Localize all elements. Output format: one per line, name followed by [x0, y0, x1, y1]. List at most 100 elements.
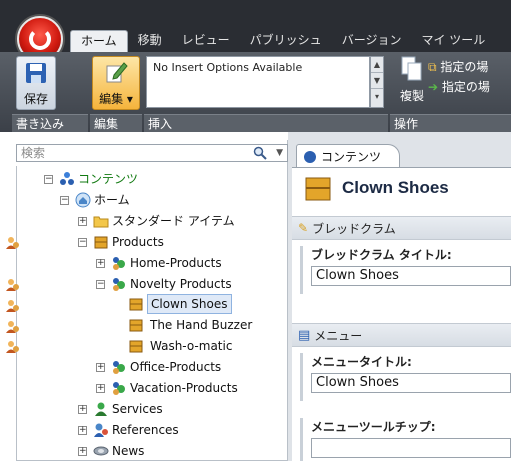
save-button[interactable]: 保存: [16, 56, 56, 110]
expand-icon[interactable]: +: [96, 258, 105, 268]
menu-title-input[interactable]: Clown Shoes: [311, 373, 511, 393]
insert-gallery-scroll[interactable]: ▲ ▼ ▾: [370, 56, 384, 108]
group-insert-label: 挿入: [144, 114, 388, 132]
expand-icon[interactable]: +: [78, 446, 87, 456]
tree-node-services[interactable]: + Services: [78, 400, 163, 418]
tree-label: スタンダード アイテム: [112, 214, 235, 228]
group-edit-label: 編集: [90, 114, 142, 132]
expand-icon[interactable]: +: [78, 216, 87, 226]
breadcrumb-title-input[interactable]: Clown Shoes: [311, 266, 511, 286]
expand-icon[interactable]: +: [78, 404, 87, 414]
user-lock-icon: [6, 341, 19, 353]
tree-label: News: [112, 444, 145, 458]
tree-node-news[interactable]: + News: [78, 442, 144, 460]
tree-node-novelty-products[interactable]: − Novelty Products: [96, 275, 232, 293]
tree-label: References: [112, 423, 179, 437]
tree-label: Novelty Products: [130, 277, 232, 291]
save-label: 保存: [23, 92, 48, 106]
product-icon: [129, 340, 143, 353]
tree-label: The Hand Buzzer: [150, 318, 253, 332]
edit-label: 編集 ▾: [99, 92, 133, 106]
content-tab-icon: [304, 150, 316, 163]
item-group-icon: [113, 361, 125, 374]
tree-node-vacation-products[interactable]: + Vacation-Products: [96, 379, 238, 397]
copy-to-icon: ⧉: [428, 60, 437, 74]
search-options-dropdown[interactable]: ▼: [276, 145, 283, 161]
gallery-expand-icon[interactable]: ▾: [371, 89, 383, 105]
operation-buttons: 複製 ⧉ 指定の場 ➔ 指定の場: [392, 56, 511, 108]
insert-options-gallery: No Insert Options Available: [146, 56, 370, 108]
ribbon: ホーム 移動 レビュー パブリッシュ バージョン マイ ツール 書き込み 保存 …: [0, 0, 511, 132]
search-icon[interactable]: [253, 146, 267, 160]
edit-button[interactable]: 編集 ▾: [92, 56, 140, 110]
edit-pencil-icon: [106, 62, 128, 83]
item-group-icon: [113, 382, 125, 395]
section-breadcrumb-label: ブレッドクラム: [312, 221, 396, 236]
collapse-icon[interactable]: −: [60, 195, 69, 205]
ribbon-tabs: ホーム 移動 レビュー パブリッシュ バージョン マイ ツール: [70, 30, 495, 52]
tab-publish[interactable]: パブリッシュ: [240, 30, 332, 52]
tree-label: Products: [112, 235, 164, 249]
expand-icon[interactable]: +: [78, 425, 87, 435]
tree-node-wash-o-matic[interactable]: Wash-o-matic: [128, 337, 232, 355]
move-to-button[interactable]: ➔ 指定の場: [428, 78, 490, 96]
duplicate-button[interactable]: 複製: [398, 56, 426, 108]
section-menu-label: メニュー: [314, 328, 363, 343]
content-tree-icon: [60, 172, 74, 185]
collapse-icon[interactable]: −: [44, 174, 53, 184]
product-icon: [129, 298, 143, 311]
menu-tooltip-input[interactable]: [311, 438, 511, 458]
copy-to-button[interactable]: ⧉ 指定の場: [428, 58, 488, 76]
tree-node-hand-buzzer[interactable]: The Hand Buzzer: [128, 316, 252, 334]
tree-node-standard-items[interactable]: + スタンダード アイテム: [78, 212, 235, 230]
collapse-icon[interactable]: −: [78, 237, 87, 247]
tab-content[interactable]: コンテンツ: [296, 144, 401, 168]
expand-icon[interactable]: +: [96, 383, 105, 393]
user-lock-icon: [6, 279, 19, 291]
tab-my-toolbar[interactable]: マイ ツール: [411, 30, 495, 52]
tree-label: コンテンツ: [78, 172, 139, 186]
user-lock-icon: [6, 237, 19, 249]
editor-content: Clown Shoes ✎ ブレッドクラム ブレッドクラム タイトル: Clow…: [292, 167, 511, 461]
product-large-icon: [305, 177, 331, 201]
collapse-icon[interactable]: −: [96, 279, 105, 289]
item-group-icon: [113, 278, 125, 291]
duplicate-icon: [401, 56, 422, 81]
group-operation-label: 操作: [390, 114, 511, 132]
item-group-icon: [113, 257, 125, 270]
news-icon: [93, 446, 109, 456]
menu-section-icon: ▤: [298, 327, 311, 343]
tree-node-home[interactable]: − ホーム: [60, 191, 130, 209]
tab-versions[interactable]: バージョン: [332, 30, 412, 52]
move-to-icon: ➔: [428, 80, 439, 94]
product-icon: [129, 319, 143, 332]
breadcrumb-title-field: ブレッドクラム タイトル: Clown Shoes: [300, 246, 511, 294]
tab-review[interactable]: レビュー: [172, 30, 240, 52]
item-title: Clown Shoes: [342, 178, 449, 197]
section-menu[interactable]: ▤ メニュー: [292, 323, 511, 347]
section-breadcrumb[interactable]: ✎ ブレッドクラム: [292, 216, 511, 240]
tab-navigate[interactable]: 移動: [128, 30, 172, 52]
expand-icon[interactable]: +: [96, 362, 105, 372]
scroll-down-icon[interactable]: ▼: [371, 73, 383, 89]
tree-node-office-products[interactable]: + Office-Products: [96, 358, 221, 376]
tree-node-products[interactable]: − Products: [78, 233, 164, 251]
home-icon: [75, 192, 91, 208]
tree-node-content[interactable]: − コンテンツ: [44, 170, 138, 188]
products-icon: [94, 236, 108, 249]
menu-title-field: メニュータイトル: Clown Shoes: [300, 353, 511, 401]
user-lock-icon: [6, 321, 19, 333]
user-lock-icon: [6, 300, 19, 312]
search-input[interactable]: 検索 ▼: [16, 144, 288, 162]
references-icon: [94, 423, 108, 437]
tree-label: ホーム: [94, 193, 130, 207]
tree-node-references[interactable]: + References: [78, 421, 179, 439]
tab-home[interactable]: ホーム: [70, 30, 128, 52]
tree-node-clown-shoes[interactable]: Clown Shoes: [128, 294, 232, 314]
menu-tooltip-label: メニューツールチップ:: [311, 420, 436, 434]
scroll-up-icon[interactable]: ▲: [371, 57, 383, 73]
tree-node-home-products[interactable]: + Home-Products: [96, 254, 222, 272]
item-header: Clown Shoes: [292, 168, 511, 208]
search-placeholder: 検索: [21, 146, 46, 160]
duplicate-label: 複製: [399, 89, 424, 103]
